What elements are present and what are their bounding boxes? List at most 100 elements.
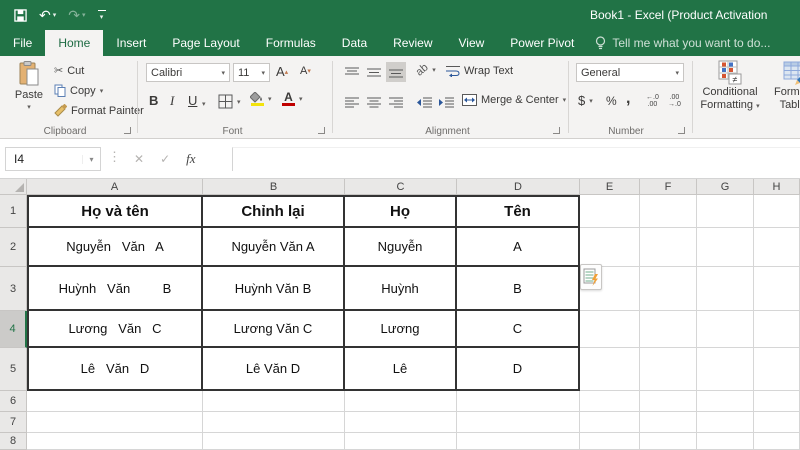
cell-H5[interactable] <box>754 348 800 391</box>
format-as-table-button[interactable]: Format a Table ▾ <box>764 60 800 113</box>
cell-F2[interactable] <box>640 228 697 267</box>
italic-button[interactable]: I <box>170 93 174 109</box>
font-size-combo[interactable]: 11 ▾ <box>233 63 270 82</box>
cell-A8[interactable] <box>27 433 203 450</box>
formula-bar-resize-handle[interactable]: ⋮ <box>108 149 121 165</box>
middle-align-button[interactable] <box>364 62 384 82</box>
cell-A2[interactable]: Nguyễn Văn A <box>27 228 203 267</box>
cell-F6[interactable] <box>640 391 697 412</box>
cell-D6[interactable] <box>457 391 580 412</box>
cell-E2[interactable] <box>580 228 640 267</box>
tab-page-layout[interactable]: Page Layout <box>159 30 252 56</box>
cell-D8[interactable] <box>457 433 580 450</box>
row-header-4-selected[interactable]: 4 <box>0 311 27 348</box>
cell-G1[interactable] <box>697 195 754 228</box>
top-align-button[interactable] <box>342 62 362 82</box>
decrease-decimal-button[interactable]: .00 →.0 <box>668 94 681 108</box>
cell-A3[interactable]: Huỳnh Văn B <box>27 267 203 311</box>
cell-F8[interactable] <box>640 433 697 450</box>
tab-review[interactable]: Review <box>380 30 445 56</box>
cell-B4[interactable]: Lương Văn C <box>203 311 345 348</box>
row-header-7[interactable]: 7 <box>0 412 27 433</box>
name-box-caret-icon[interactable]: ▾ <box>82 154 100 164</box>
cell-G5[interactable] <box>697 348 754 391</box>
cell-D2[interactable]: A <box>457 228 580 267</box>
column-header-d[interactable]: D <box>457 179 580 195</box>
cell-H7[interactable] <box>754 412 800 433</box>
cell-G4[interactable] <box>697 311 754 348</box>
name-box[interactable]: I4 ▾ <box>5 147 101 171</box>
accounting-format-button[interactable]: $ ▾ <box>578 93 593 108</box>
cell-B8[interactable] <box>203 433 345 450</box>
cell-B5[interactable]: Lê Văn D <box>203 348 345 391</box>
cell-A7[interactable] <box>27 412 203 433</box>
cell-C7[interactable] <box>345 412 457 433</box>
column-header-c[interactable]: C <box>345 179 457 195</box>
cell-H1[interactable] <box>754 195 800 228</box>
borders-caret-icon[interactable]: ▾ <box>237 98 241 106</box>
cell-G8[interactable] <box>697 433 754 450</box>
cell-A6[interactable] <box>27 391 203 412</box>
increase-font-size-button[interactable]: A ▴ <box>276 64 288 79</box>
cell-F1[interactable] <box>640 195 697 228</box>
cell-G2[interactable] <box>697 228 754 267</box>
decrease-font-size-button[interactable]: A ▾ <box>300 65 311 77</box>
cell-A5[interactable]: Lê Văn D <box>27 348 203 391</box>
font-dialog-launcher-icon[interactable] <box>318 127 325 134</box>
percent-style-button[interactable]: % <box>606 94 617 108</box>
orientation-button[interactable]: ab ▾ <box>414 61 436 78</box>
merge-center-caret-icon[interactable]: ▾ <box>563 96 567 104</box>
row-header-8[interactable]: 8 <box>0 433 27 450</box>
conditional-formatting-button[interactable]: ≠ Conditional Formatting ▾ <box>698 60 762 113</box>
cell-D7[interactable] <box>457 412 580 433</box>
merge-center-button[interactable]: Merge & Center ▾ <box>462 94 566 106</box>
cell-C2[interactable]: Nguyễn <box>345 228 457 267</box>
cell-H2[interactable] <box>754 228 800 267</box>
cell-F4[interactable] <box>640 311 697 348</box>
cell-G7[interactable] <box>697 412 754 433</box>
cell-F5[interactable] <box>640 348 697 391</box>
save-button[interactable] <box>14 8 27 22</box>
column-header-a[interactable]: A <box>27 179 203 195</box>
align-right-button[interactable] <box>386 92 406 112</box>
bottom-align-button[interactable] <box>386 62 406 82</box>
cell-E6[interactable] <box>580 391 640 412</box>
tab-home[interactable]: Home <box>45 30 104 56</box>
row-header-3[interactable]: 3 <box>0 267 27 311</box>
fill-color-caret-icon[interactable]: ▾ <box>268 95 272 103</box>
column-header-h[interactable]: H <box>754 179 800 195</box>
borders-button[interactable]: ▾ <box>218 94 241 109</box>
cell-B1[interactable]: Chỉnh lại <box>203 195 345 228</box>
tab-insert[interactable]: Insert <box>103 30 159 56</box>
wrap-text-button[interactable]: Wrap Text <box>446 65 513 77</box>
row-header-6[interactable]: 6 <box>0 391 27 412</box>
cell-C4[interactable]: Lương <box>345 311 457 348</box>
cell-C1[interactable]: Họ <box>345 195 457 228</box>
cell-D5[interactable]: D <box>457 348 580 391</box>
cell-E4[interactable] <box>580 311 640 348</box>
cell-C8[interactable] <box>345 433 457 450</box>
cell-D1[interactable]: Tên <box>457 195 580 228</box>
tab-view[interactable]: View <box>446 30 498 56</box>
redo-caret-icon[interactable]: ▾ <box>82 12 86 19</box>
number-dialog-launcher-icon[interactable] <box>678 127 685 134</box>
cell-C3[interactable]: Huỳnh <box>345 267 457 311</box>
cell-E1[interactable] <box>580 195 640 228</box>
copy-button[interactable]: Copy ▾ <box>54 84 103 97</box>
tab-formulas[interactable]: Formulas <box>253 30 329 56</box>
column-header-f[interactable]: F <box>640 179 697 195</box>
increase-indent-button[interactable] <box>436 92 456 112</box>
alignment-dialog-launcher-icon[interactable] <box>553 127 560 134</box>
cell-H3[interactable] <box>754 267 800 311</box>
column-header-b[interactable]: B <box>203 179 345 195</box>
underline-button[interactable]: U <box>188 93 197 108</box>
cell-H8[interactable] <box>754 433 800 450</box>
fill-color-button[interactable]: ▾ <box>250 92 272 106</box>
column-header-e[interactable]: E <box>580 179 640 195</box>
cell-H6[interactable] <box>754 391 800 412</box>
cell-F7[interactable] <box>640 412 697 433</box>
flash-fill-options-button[interactable] <box>580 264 602 290</box>
tab-file[interactable]: File <box>0 30 45 56</box>
cell-G6[interactable] <box>697 391 754 412</box>
cell-B2[interactable]: Nguyễn Văn A <box>203 228 345 267</box>
